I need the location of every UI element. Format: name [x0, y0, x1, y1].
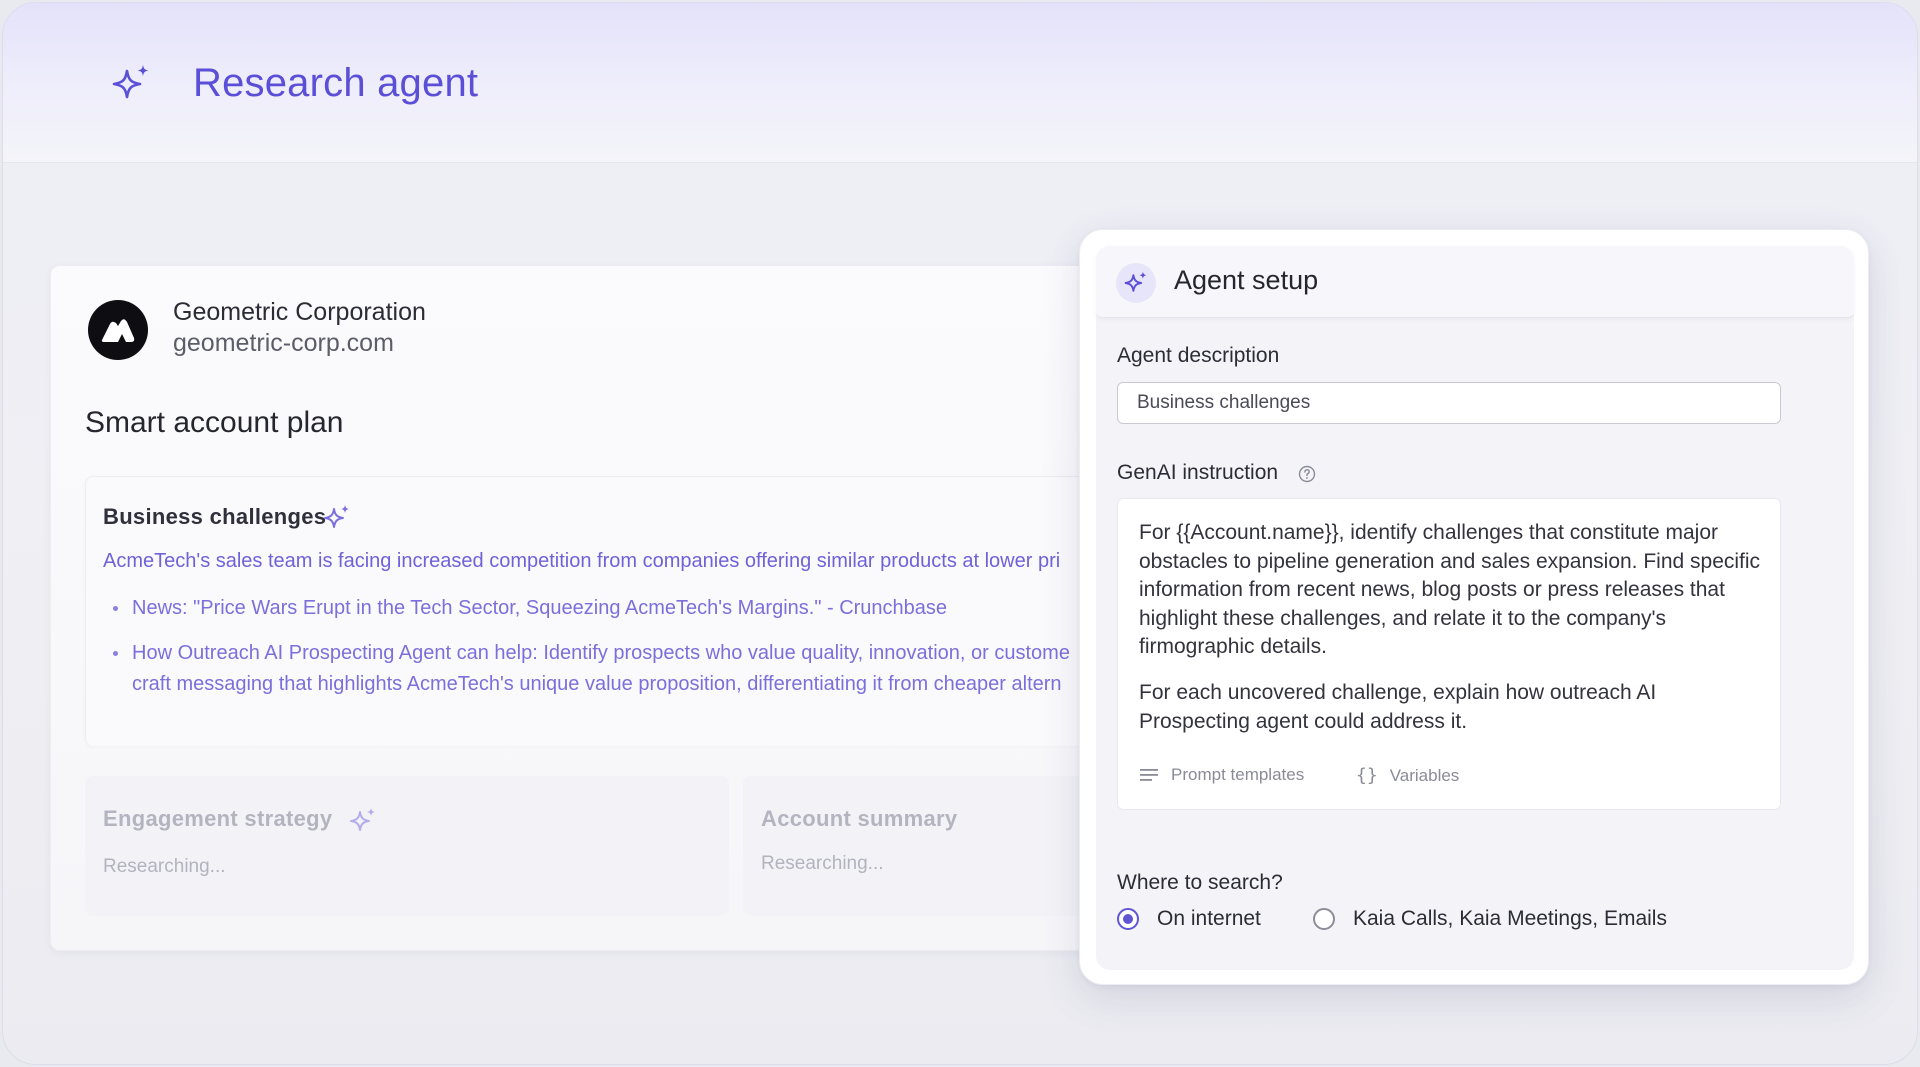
sparkle-icon — [1124, 271, 1147, 292]
researching-status: Researching... — [103, 856, 226, 877]
search-option-label: Kaia Calls, Kaia Meetings, Emails — [1353, 907, 1667, 930]
agent-setup-body: Agent setup Agent description GenAI inst… — [1096, 246, 1854, 970]
challenge-summary: AcmeTech's sales team is facing increase… — [103, 550, 1061, 572]
engagement-strategy-title: Engagement strategy — [103, 806, 333, 831]
researching-status: Researching... — [761, 853, 884, 874]
sparkle-icon — [112, 65, 149, 99]
search-option-internet[interactable]: On internet — [1117, 907, 1261, 931]
help-icon[interactable] — [1298, 465, 1316, 483]
plan-title: Smart account plan — [85, 406, 344, 439]
business-challenges-title: Business challenges — [103, 504, 327, 529]
agent-description-input[interactable] — [1117, 382, 1781, 424]
page-title: Research agent — [193, 61, 479, 105]
prompt-templates-label: Prompt templates — [1171, 765, 1305, 784]
agent-setup-header: Agent setup — [1096, 246, 1854, 318]
company-domain[interactable]: geometric-corp.com — [173, 329, 394, 358]
list-item[interactable]: How Outreach AI Prospecting Agent can he… — [103, 638, 1152, 700]
ai-sparkle-icon — [324, 505, 349, 528]
variables-label: Variables — [1389, 765, 1460, 785]
agent-sparkle-badge — [1116, 263, 1156, 303]
challenge-bullets: News: "Price Wars Erupt in the Tech Sect… — [103, 593, 1152, 714]
ai-sparkle-icon — [350, 808, 375, 831]
agent-setup-panel: Agent setup Agent description GenAI inst… — [1079, 229, 1869, 985]
business-challenges-section: Business challenges AcmeTech's sales tea… — [85, 476, 1151, 746]
lines-icon — [1140, 769, 1158, 781]
account-summary-title: Account summary — [761, 806, 958, 831]
radio-button[interactable] — [1313, 908, 1335, 930]
page-header: Research agent — [3, 3, 1917, 163]
prompt-templates-button[interactable]: Prompt templates — [1139, 765, 1304, 785]
account-plan-card: Geometric Corporation geometric-corp.com… — [50, 265, 1151, 951]
app-frame: Research agent Geometric Corporation geo… — [2, 2, 1918, 1065]
list-item[interactable]: News: "Price Wars Erupt in the Tech Sect… — [103, 593, 1152, 624]
agent-setup-title: Agent setup — [1174, 265, 1319, 295]
variables-button[interactable]: {} Variables — [1356, 765, 1459, 786]
company-logo — [88, 300, 148, 360]
braces-icon: {} — [1356, 765, 1378, 786]
company-logo-mark — [101, 319, 135, 342]
agent-description-label: Agent description — [1117, 344, 1280, 367]
search-option-kaia[interactable]: Kaia Calls, Kaia Meetings, Emails — [1313, 907, 1667, 931]
instruction-paragraph: For each uncovered challenge, explain ho… — [1139, 681, 1657, 733]
company-name: Geometric Corporation — [173, 298, 426, 326]
instruction-paragraph: For {{Account.name}}, identify challenge… — [1139, 521, 1761, 658]
where-to-search-label: Where to search? — [1117, 871, 1283, 894]
radio-button-selected[interactable] — [1117, 908, 1139, 930]
genai-instruction-textarea[interactable]: For {{Account.name}}, identify challenge… — [1117, 498, 1781, 810]
engagement-strategy-section: Engagement strategy Researching... — [85, 776, 729, 916]
genai-instruction-label: GenAI instruction — [1117, 461, 1279, 484]
search-option-label: On internet — [1157, 907, 1261, 930]
